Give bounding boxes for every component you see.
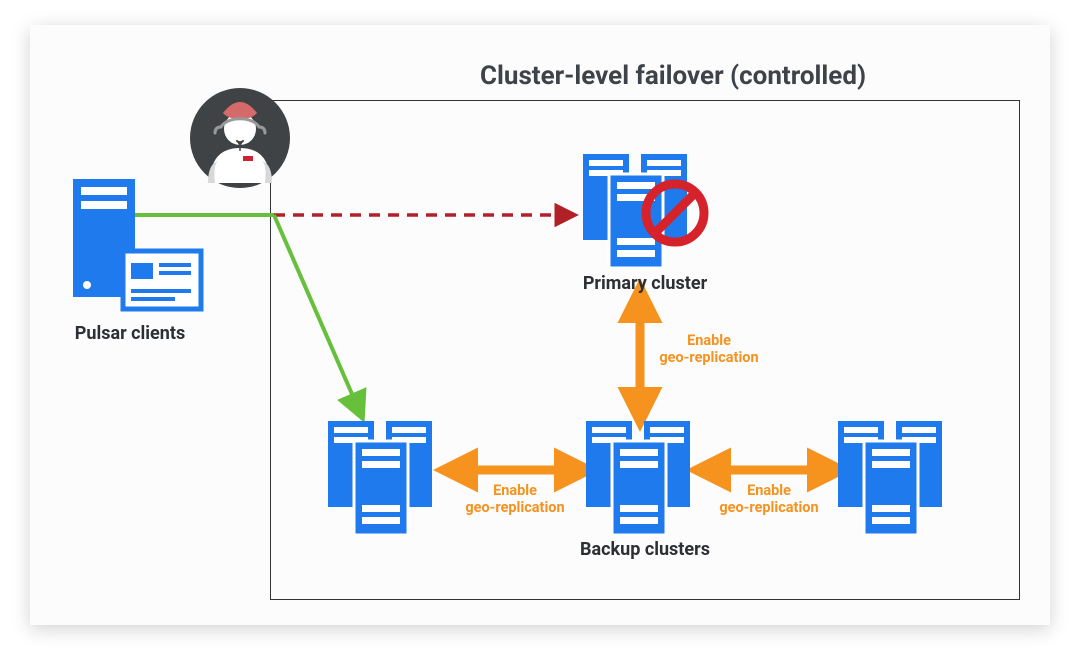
geo-label-top: Enable geo-replication [654,333,764,366]
diagram-canvas: Cluster-level failover (controlled) [30,25,1050,625]
primary-cluster-label: Primary cluster [575,273,715,294]
pulsar-client-icon [65,175,205,325]
backup-cluster-2-icon [578,417,708,537]
prohibit-icon [640,178,710,248]
backup-clusters-label: Backup clusters [575,539,715,560]
backup-cluster-1-icon [320,417,450,537]
backup-cluster-3-icon [830,417,960,537]
geo-label-right: Enable geo-replication [714,483,824,516]
pulsar-clients-label: Pulsar clients [65,323,195,344]
geo-label-left: Enable geo-replication [460,483,570,516]
